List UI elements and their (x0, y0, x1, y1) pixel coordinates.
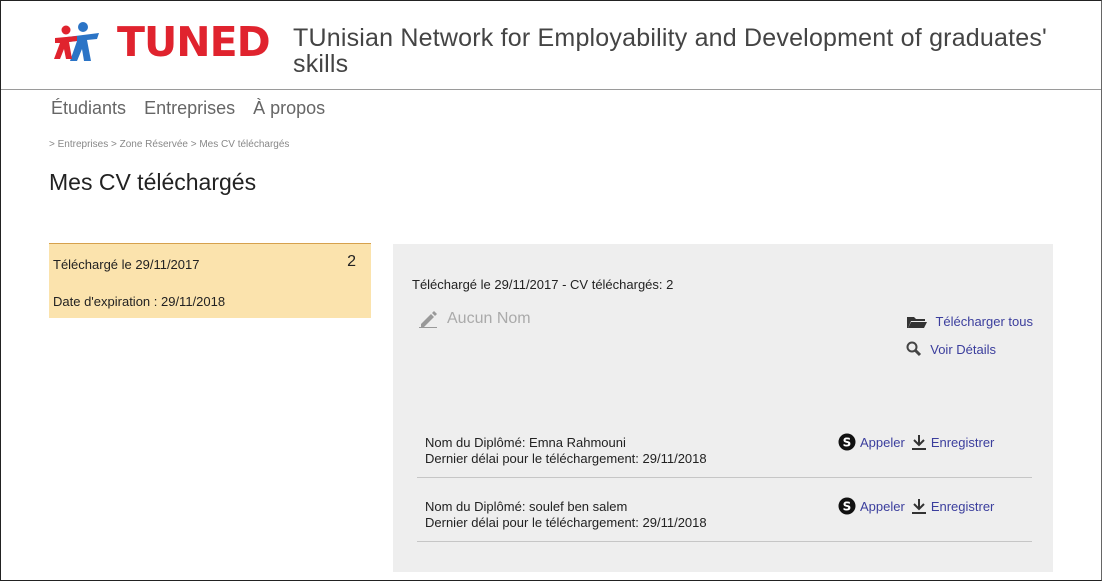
batch-actions: Télécharger tous Voir Détails (906, 314, 1033, 369)
batch-count: 2 (347, 253, 356, 270)
call-button[interactable]: S Appeler (838, 433, 905, 451)
download-deadline: Dernier délai pour le téléchargement: 29… (425, 451, 707, 466)
batch-detail-panel: Téléchargé le 29/11/2017 - CV téléchargé… (393, 244, 1053, 572)
site-logo[interactable]: TUNED (53, 18, 271, 66)
search-icon (906, 341, 922, 357)
cv-row: Nom du Diplômé: Emna Rahmouni Dernier dé… (417, 431, 1032, 478)
skype-icon: S (838, 497, 856, 515)
tuned-logo-icon (54, 22, 99, 61)
nav-item-a-propos[interactable]: À propos (253, 97, 325, 119)
page-frame: TUNED TUnisian Network for Employability… (0, 0, 1102, 581)
download-icon (911, 435, 926, 450)
save-label: Enregistrer (930, 434, 995, 450)
svg-text:S: S (843, 436, 852, 450)
skype-icon: S (838, 433, 856, 451)
batch-date: Téléchargé le 29/11/2017 (53, 257, 200, 272)
view-details-label: Voir Détails (930, 341, 996, 357)
call-label: Appeler (860, 434, 905, 450)
nav-item-etudiants[interactable]: Étudiants (51, 97, 126, 119)
panel-header: Téléchargé le 29/11/2017 - CV téléchargé… (412, 277, 674, 292)
call-label: Appeler (860, 498, 905, 514)
logo-text: TUNED (117, 18, 271, 66)
row-actions: S Appeler Enregistrer (838, 497, 996, 515)
save-button[interactable]: Enregistrer (911, 434, 995, 450)
save-label: Enregistrer (930, 498, 995, 514)
page-title: Mes CV téléchargés (49, 169, 257, 195)
breadcrumb[interactable]: > Entreprises > Zone Réservée > Mes CV t… (49, 139, 289, 150)
aucun-nom-label: Aucun Nom (447, 310, 531, 327)
row-actions: S Appeler Enregistrer (838, 433, 996, 451)
view-details-button[interactable]: Voir Détails (906, 341, 996, 357)
site-header: TUNED TUnisian Network for Employability… (1, 1, 1101, 90)
main-nav: Étudiants Entreprises À propos (51, 97, 343, 119)
folder-icon (907, 316, 928, 328)
graduate-name: Nom du Diplômé: Emna Rahmouni (425, 435, 626, 450)
rename-batch-button[interactable]: Aucun Nom (419, 310, 531, 328)
download-icon (911, 499, 926, 514)
call-button[interactable]: S Appeler (838, 497, 905, 515)
download-deadline: Dernier délai pour le téléchargement: 29… (425, 515, 707, 530)
nav-item-entreprises[interactable]: Entreprises (144, 97, 235, 119)
download-all-button[interactable]: Télécharger tous (906, 314, 1033, 329)
batch-expiration: Date d'expiration : 29/11/2018 (53, 294, 226, 309)
save-button[interactable]: Enregistrer (911, 498, 995, 514)
svg-text:S: S (843, 500, 852, 514)
download-all-label: Télécharger tous (935, 314, 1033, 329)
download-batch-card[interactable]: Téléchargé le 29/11/2017 2 Date d'expira… (49, 243, 371, 318)
cv-row: Nom du Diplômé: soulef ben salem Dernier… (417, 495, 1032, 542)
pencil-icon (419, 311, 437, 328)
site-tagline: TUnisian Network for Employability and D… (293, 24, 1048, 78)
graduate-name: Nom du Diplômé: soulef ben salem (425, 499, 628, 514)
